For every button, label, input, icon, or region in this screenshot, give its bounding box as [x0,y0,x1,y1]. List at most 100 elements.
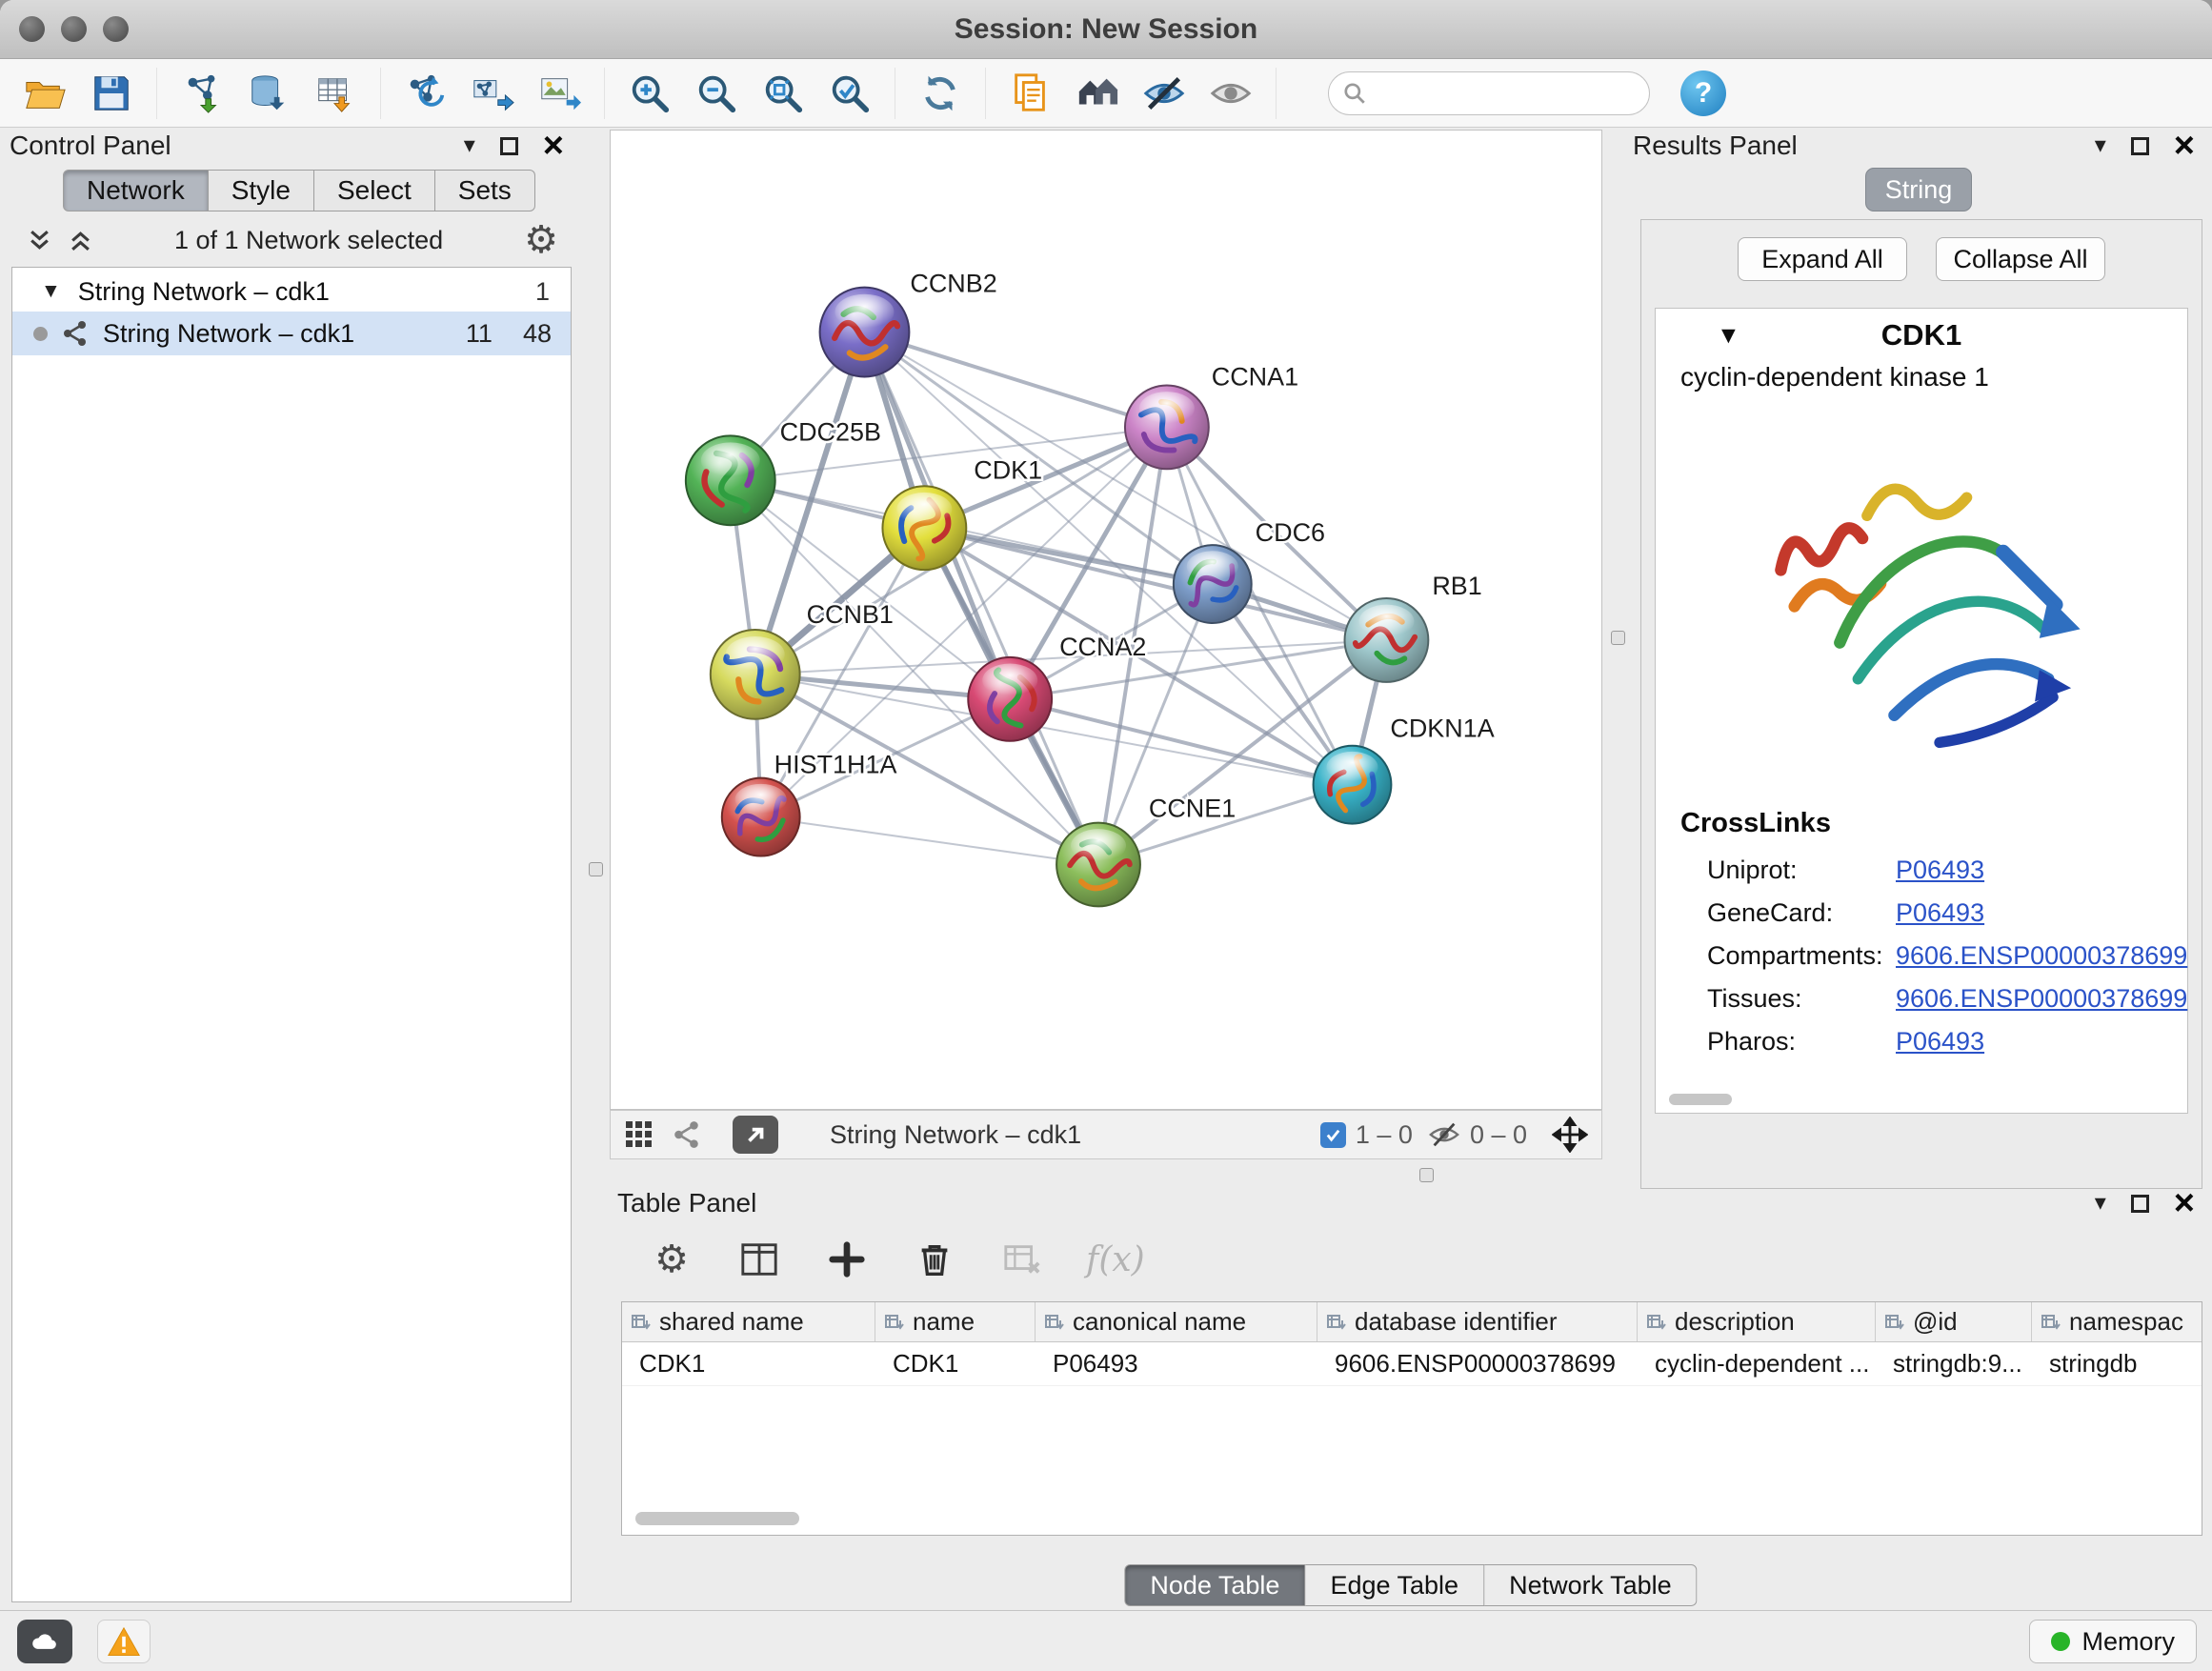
zoom-selected-icon[interactable] [826,70,874,117]
network-node-CCNB2[interactable]: CCNB2 [820,270,997,377]
panel-close-icon[interactable]: × [2174,128,2195,164]
tab-sets[interactable]: Sets [435,170,535,211]
tab-edge-table[interactable]: Edge Table [1305,1564,1484,1606]
import-network-database-icon[interactable] [245,70,292,117]
panel-close-icon[interactable]: × [543,128,564,164]
panel-float-icon[interactable]: ▾ [2095,1192,2106,1215]
toolbar-group [381,68,605,119]
memory-button[interactable]: Memory [2029,1620,2197,1663]
table-row[interactable]: CDK1CDK1P064939606.ENSP00000378699cyclin… [622,1342,2202,1386]
network-node-CDKN1A[interactable]: CDKN1A [1314,715,1495,824]
hide-selected-icon[interactable] [1140,70,1188,117]
network-collection-row[interactable]: ▼ String Network – cdk1 1 [12,268,571,312]
grid-view-icon[interactable] [624,1119,654,1150]
zoom-in-icon[interactable] [626,70,674,117]
column-header-namespac[interactable]: namespac [2032,1302,2202,1341]
titlebar[interactable]: Session: New Session [0,0,2212,59]
crosslink-link[interactable]: 9606.ENSP00000378699 [1896,941,2187,971]
show-columns-icon[interactable] [735,1236,783,1283]
panel-float-icon[interactable]: ▾ [2095,134,2106,157]
table-cell[interactable]: cyclin-dependent ... [1638,1342,1876,1385]
tab-style[interactable]: Style [209,170,314,211]
pan-crosshair-icon[interactable] [1552,1117,1588,1153]
open-file-icon[interactable] [21,70,69,117]
tab-network[interactable]: Network [63,170,209,211]
collapse-all-icon[interactable] [27,228,52,253]
panel-close-icon[interactable]: × [2174,1185,2195,1221]
network-node-RB1[interactable]: RB1 [1345,572,1482,682]
crosslink-link[interactable]: P06493 [1896,1027,1984,1057]
zoom-out-icon[interactable] [693,70,740,117]
protein-card-header[interactable]: ▼ CDK1 [1656,309,2187,362]
expand-all-icon[interactable] [68,228,93,253]
table-settings-gear-icon[interactable]: ⚙ [648,1236,695,1283]
column-header-description[interactable]: description [1638,1302,1876,1341]
home-icon[interactable] [1074,70,1121,117]
crosslink-link[interactable]: 9606.ENSP00000378699 [1896,984,2187,1014]
network-node-CCNA1[interactable]: CCNA1 [1125,362,1298,469]
panel-maximize-icon[interactable] [2131,1195,2149,1213]
column-header-shared-name[interactable]: shared name [622,1302,875,1341]
column-header-database-identifier[interactable]: database identifier [1317,1302,1638,1341]
network-overview-share-icon[interactable] [672,1119,702,1150]
add-column-icon[interactable] [823,1236,871,1283]
zoom-window-icon[interactable] [103,16,129,42]
table-cell[interactable]: stringdb [2032,1342,2202,1385]
selected-checkbox-icon[interactable] [1320,1122,1346,1148]
column-header-canonical-name[interactable]: canonical name [1036,1302,1317,1341]
table-cell[interactable]: CDK1 [622,1342,875,1385]
save-session-icon[interactable] [88,70,135,117]
birdseye-view-button[interactable] [733,1116,778,1154]
string-tab-label: String [1885,175,1953,205]
collapse-all-button[interactable]: Collapse All [1936,237,2105,281]
splitter-handle[interactable] [589,862,603,876]
table-cell[interactable]: stringdb:9... [1876,1342,2032,1385]
export-image-icon[interactable] [535,70,583,117]
disclosure-triangle-icon[interactable]: ▼ [41,280,61,303]
table-cell[interactable]: P06493 [1036,1342,1317,1385]
splitter-handle[interactable] [1419,1168,1434,1182]
column-header-name[interactable]: name [875,1302,1036,1341]
splitter-handle[interactable] [1611,631,1625,645]
help-button[interactable]: ? [1680,70,1726,116]
search-input[interactable] [1375,78,1636,108]
results-panel-title: Results Panel [1633,131,1798,161]
disclosure-triangle-icon[interactable]: ▼ [1717,322,1740,350]
crosslink-link[interactable]: P06493 [1896,856,1984,885]
panel-maximize-icon[interactable] [500,137,518,155]
search-box[interactable] [1328,71,1650,115]
crosslink-link[interactable]: P06493 [1896,898,1984,928]
zoom-fit-icon[interactable] [759,70,807,117]
new-network-selection-icon[interactable] [402,70,450,117]
toolbar-group [895,68,986,119]
copy-document-icon[interactable] [1007,70,1055,117]
expand-all-button[interactable]: Expand All [1738,237,1907,281]
clone-network-icon[interactable] [469,70,516,117]
delete-column-trash-icon[interactable] [911,1236,958,1283]
column-header-@id[interactable]: @id [1876,1302,2032,1341]
network-options-gear-icon[interactable]: ⚙ [524,221,558,259]
tab-node-table[interactable]: Node Table [1124,1564,1305,1606]
cloud-status-button[interactable] [17,1620,72,1663]
network-view[interactable]: CCNB2CCNA1CDC25BCDK1CDC6RB1CCNB1CCNA2CDK… [610,130,1602,1110]
warnings-button[interactable] [97,1620,151,1663]
hidden-eye-slash-icon[interactable] [1428,1118,1460,1151]
table-cell[interactable]: CDK1 [875,1342,1036,1385]
refresh-icon[interactable] [916,70,964,117]
show-all-icon[interactable] [1207,70,1255,117]
panel-float-icon[interactable]: ▾ [464,134,475,157]
network-row-selected[interactable]: String Network – cdk1 11 48 [12,312,571,355]
hidden-counts: 0 – 0 [1470,1120,1527,1150]
table-cell[interactable]: 9606.ENSP00000378699 [1317,1342,1638,1385]
table-horizontal-scrollbar[interactable] [635,1512,799,1525]
close-window-icon[interactable] [19,16,45,42]
import-network-file-icon[interactable] [178,70,226,117]
import-table-file-icon[interactable] [312,70,359,117]
network-node-HIST1H1A[interactable]: HIST1H1A [722,751,897,856]
minimize-window-icon[interactable] [61,16,87,42]
tab-select[interactable]: Select [314,170,435,211]
panel-maximize-icon[interactable] [2131,137,2149,155]
results-horizontal-scrollbar[interactable] [1669,1094,1732,1105]
tab-network-table[interactable]: Network Table [1484,1564,1698,1606]
tab-string[interactable]: String [1865,168,1972,211]
